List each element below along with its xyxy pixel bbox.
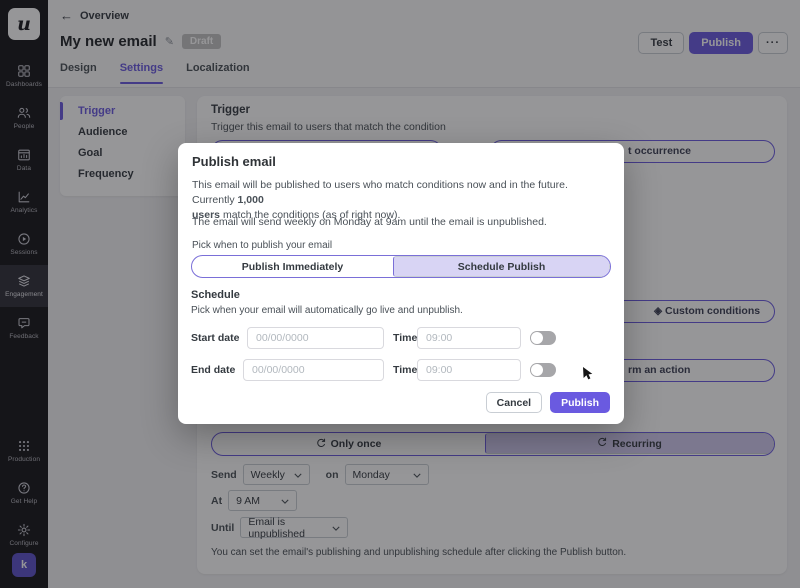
app-screen: u Dashboards People Data Analytics Sessi… [0,0,800,588]
publish-immediately-option[interactable]: Publish Immediately [192,256,393,277]
start-time-input[interactable] [417,327,521,349]
cursor-pointer-icon [581,366,596,387]
toggle-knob [531,332,543,344]
end-date-row: End date Time [191,359,611,381]
publish-mode-segmented-control: Publish Immediately Schedule Publish [191,255,611,278]
time-label: Time [393,327,417,349]
start-date-label: Start date [191,327,239,349]
schedule-publish-option[interactable]: Schedule Publish [393,256,610,277]
end-date-input[interactable] [243,359,384,381]
start-time-toggle[interactable] [530,331,556,345]
start-date-input[interactable] [247,327,384,349]
schedule-description: Pick when your email will automatically … [191,305,463,316]
publish-email-modal: Publish email This email will be publish… [178,143,624,424]
modal-publish-button[interactable]: Publish [550,392,610,413]
toggle-knob [531,364,543,376]
end-time-input[interactable] [417,359,521,381]
end-date-label: End date [191,359,235,381]
cancel-button[interactable]: Cancel [486,392,542,413]
p1-count: 1,000 [238,194,264,206]
schedule-heading: Schedule [191,289,240,301]
time-label: Time [393,359,417,381]
modal-title: Publish email [192,154,276,169]
end-time-toggle[interactable] [530,363,556,377]
pick-when-label: Pick when to publish your email [192,240,332,251]
start-date-row: Start date Time [191,327,611,349]
modal-paragraph-2: The email will send weekly on Monday at … [192,216,547,228]
